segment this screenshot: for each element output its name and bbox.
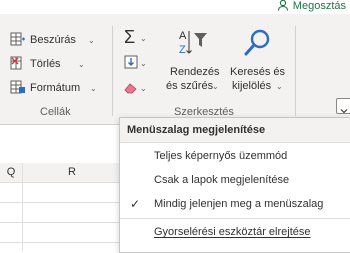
chevron-down-icon: ⌄ — [78, 60, 85, 69]
sort-filter-button[interactable]: A Z Rendezés és szűrés ⌄ — [164, 28, 224, 100]
eraser-icon — [124, 81, 138, 99]
chevron-down-icon: ⌄ — [140, 34, 147, 43]
share-button[interactable]: Megosztás — [277, 0, 346, 14]
insert-cells-button[interactable]: Beszúrás ⌄ — [10, 32, 110, 50]
menu-item-hide-quick-access-toolbar[interactable]: Gyorselérési eszköztár elrejtése — [120, 222, 350, 244]
menu-header: Menüszalag megjelenítése — [120, 118, 350, 143]
find-select-label-line2: kijelölés — [232, 80, 272, 92]
clear-button[interactable]: ⌄ — [124, 80, 150, 98]
group-divider — [112, 26, 113, 116]
autosum-button[interactable]: Σ ⌄ — [124, 28, 150, 48]
delete-cells-icon — [10, 56, 26, 75]
menu-item-label: Teljes képernyős üzemmód — [154, 150, 288, 162]
find-select-label-line1: Keresés és — [230, 66, 286, 78]
delete-cells-button[interactable]: Törlés ⌄ — [10, 56, 110, 74]
menu-item-label: Mindig jelenjen meg a menüszalag — [154, 198, 324, 210]
group-divider — [295, 26, 296, 116]
fill-button[interactable]: ⌄ — [124, 55, 150, 73]
chevron-down-icon: ⌄ — [90, 84, 97, 93]
delete-cells-label: Törlés — [30, 58, 61, 70]
find-select-button[interactable]: Keresés és kijelölés ⌄ — [228, 28, 290, 100]
svg-text:A: A — [179, 30, 187, 42]
format-cells-label: Formátum — [30, 82, 81, 94]
sort-filter-label-line1: Rendezés — [170, 66, 220, 78]
ribbon-display-menu: Menüszalag megjelenítése Teljes képernyő… — [119, 117, 350, 253]
chevron-down-icon: ⌄ — [140, 84, 147, 93]
menu-item-label: Gyorselérési eszköztár elrejtése — [154, 226, 311, 238]
column-header-q[interactable]: Q — [0, 163, 22, 182]
menu-item-always-show-ribbon[interactable]: ✓ Mindig jelenjen meg a menüszalag — [120, 194, 350, 216]
menu-title: Menüszalag megjelenítése — [127, 124, 266, 136]
magnifier-icon — [242, 28, 272, 65]
menu-item-full-screen[interactable]: Teljes képernyős üzemmód — [120, 146, 350, 168]
menu-separator — [120, 218, 350, 219]
svg-text:Z: Z — [179, 44, 186, 56]
sort-filter-icon: A Z — [178, 28, 208, 65]
person-icon — [277, 0, 289, 14]
ribbon-display-options-button[interactable] — [336, 98, 350, 114]
grid-line — [22, 163, 23, 251]
sigma-icon: Σ — [124, 27, 136, 47]
column-header-r[interactable]: R — [22, 163, 122, 182]
share-label: Megosztás — [292, 0, 346, 12]
menu-item-label: Csak a lapok megjelenítése — [154, 174, 290, 186]
chevron-down-icon: ⌄ — [212, 82, 219, 91]
insert-cells-icon — [10, 32, 26, 51]
chevron-down-icon: ⌄ — [88, 36, 95, 45]
menu-item-show-tabs-only[interactable]: Csak a lapok megjelenítése — [120, 170, 350, 192]
fill-down-icon — [124, 55, 138, 74]
chevron-down-icon: ⌄ — [140, 59, 147, 68]
checkmark-icon: ✓ — [130, 197, 141, 211]
format-cells-button[interactable]: Formátum ⌄ — [10, 80, 110, 98]
cells-group-label: Cellák — [40, 106, 71, 118]
sort-filter-label-line2: és szűrés — [166, 80, 214, 92]
format-cells-icon — [10, 80, 26, 99]
chevron-down-icon: ⌄ — [276, 82, 283, 91]
insert-cells-label: Beszúrás — [30, 34, 76, 46]
